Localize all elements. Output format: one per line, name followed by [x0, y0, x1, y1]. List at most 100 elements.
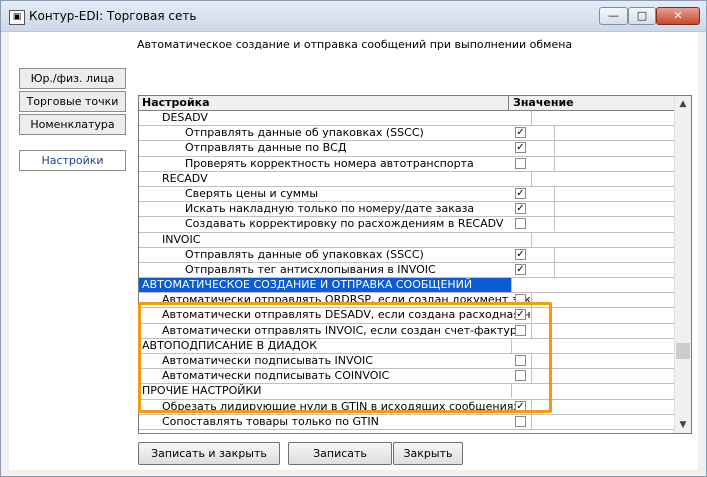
value-cell: ✓: [509, 202, 675, 216]
checkbox-unchecked[interactable]: [515, 355, 526, 366]
checkbox-checked[interactable]: ✓: [515, 203, 526, 215]
value-cell: [509, 278, 675, 292]
value-cell: ✓: [509, 187, 675, 201]
group-label: INVOIC: [139, 232, 532, 247]
value-cell: [509, 157, 675, 171]
setting-label: Отправлять тег антисхлопывания в INVOIC: [139, 262, 555, 277]
checkbox-checked[interactable]: ✓: [515, 127, 526, 139]
value-cell: ✓: [509, 141, 675, 155]
setting-label: Обрезать лидирующие нули в GTIN в исходя…: [139, 399, 532, 414]
checkbox-checked[interactable]: ✓: [515, 142, 526, 154]
setting-label: Создавать корректировку по расхождениям …: [139, 217, 555, 232]
setting-label: Искать накладную только по номеру/дате з…: [139, 202, 555, 217]
checkbox-checked[interactable]: ✓: [515, 309, 526, 321]
value-cell: [509, 172, 675, 186]
value-cell: [509, 111, 675, 125]
close-window-button[interactable]: ✕: [656, 7, 700, 25]
setting-label: Автоматически подписывать INVOIC: [139, 354, 532, 368]
grid-header: Настройка Значение: [139, 96, 691, 111]
settings-grid[interactable]: Настройка Значение DESADV Отправлять данн…: [138, 95, 692, 434]
window-title: Контур-EDI: Торговая сеть: [29, 9, 197, 23]
group-row[interactable]: АВТОМАТИЧЕСКОЕ СОЗДАНИЕ И ОТПРАВКА СООБЩ…: [139, 278, 675, 294]
value-cell: ✓: [509, 126, 675, 140]
setting-row[interactable]: Искать накладную только по номеру/дате з…: [139, 202, 675, 218]
setting-row[interactable]: Сопоставлять товары только по GTIN: [139, 414, 675, 430]
value-cell: [509, 384, 675, 398]
value-cell: ✓: [509, 308, 675, 322]
title-bar[interactable]: ▣ Контур-EDI: Торговая сеть — □ ✕: [1, 1, 706, 32]
checkbox-unchecked[interactable]: [515, 370, 526, 382]
client-area: Автоматическое создание и отправка сообщ…: [9, 32, 698, 470]
minimize-button[interactable]: —: [599, 7, 628, 25]
nav-legal-entities-button[interactable]: Юр./физ. лица: [19, 68, 126, 89]
setting-row[interactable]: Отправлять данные об упаковках (SSCC) ✓: [139, 126, 675, 142]
setting-row[interactable]: Сверять цены и суммы ✓: [139, 186, 675, 203]
setting-label: Проверять корректность номера автотрансп…: [139, 156, 555, 171]
nav-settings-button[interactable]: Настройки: [19, 150, 126, 171]
group-label: DESADV: [139, 111, 532, 125]
grid-rows: DESADV Отправлять данные об упаковках (SS…: [139, 111, 675, 430]
checkbox-checked[interactable]: ✓: [515, 400, 526, 412]
value-cell: ✓: [509, 263, 675, 277]
column-header-value[interactable]: Значение: [513, 96, 574, 110]
value-cell: [509, 324, 675, 338]
column-header-setting[interactable]: Настройка: [142, 96, 210, 110]
setting-label: Отправлять данные об упаковках (SSCC): [139, 247, 555, 262]
value-cell: [509, 354, 675, 368]
checkbox-unchecked[interactable]: [515, 218, 526, 230]
value-cell: ✓: [509, 248, 675, 262]
save-and-close-button[interactable]: Записать и закрыть: [138, 442, 280, 465]
value-cell: [509, 339, 675, 353]
setting-row[interactable]: Проверять корректность номера автотрансп…: [139, 156, 675, 172]
vertical-scrollbar[interactable]: ▲ ▼: [674, 96, 691, 433]
scroll-thumb[interactable]: [676, 343, 690, 359]
setting-row[interactable]: Автоматически отправлять INVOIC, если со…: [139, 323, 675, 339]
value-cell: [509, 369, 675, 383]
scroll-up-icon[interactable]: ▲: [675, 96, 691, 112]
setting-label: Автоматически отправлять INVOIC, если со…: [139, 323, 532, 338]
setting-row[interactable]: Автоматически подписывать INVOIC: [139, 354, 675, 370]
nav-stores-button[interactable]: Торговые точки: [19, 91, 126, 112]
setting-label: Отправлять данные об упаковках (SSCC): [139, 126, 555, 141]
setting-row[interactable]: Автоматически отправлять ORDRSP, если со…: [139, 293, 675, 309]
setting-row[interactable]: Отправлять тег антисхлопывания в INVOIC ✓: [139, 262, 675, 279]
checkbox-checked[interactable]: ✓: [515, 187, 526, 199]
group-label: АВТОПОДПИСАНИЕ В ДИАДОК: [139, 338, 512, 353]
setting-row[interactable]: Создавать корректировку по расхождениям …: [139, 217, 675, 233]
maximize-button[interactable]: □: [628, 7, 656, 25]
main-window: ▣ Контур-EDI: Торговая сеть — □ ✕ Автома…: [0, 0, 707, 477]
setting-row[interactable]: Автоматически подписывать COINVOIC: [139, 369, 675, 385]
value-cell: ✓: [509, 400, 675, 414]
value-cell: [509, 293, 675, 307]
value-cell: [509, 415, 675, 429]
setting-row[interactable]: Отправлять данные об упаковках (SSCC) ✓: [139, 247, 675, 263]
group-row[interactable]: DESADV: [139, 111, 675, 127]
checkbox-unchecked[interactable]: [515, 157, 526, 169]
value-cell: [509, 217, 675, 231]
group-row[interactable]: АВТОПОДПИСАНИЕ В ДИАДОК: [139, 338, 675, 354]
group-row[interactable]: INVOIC: [139, 232, 675, 248]
group-row[interactable]: RECADV: [139, 171, 675, 187]
setting-row[interactable]: Автоматически отправлять DESADV, если со…: [139, 308, 675, 324]
group-row[interactable]: ПРОЧИЕ НАСТРОЙКИ: [139, 384, 675, 400]
column-separator[interactable]: [508, 96, 509, 110]
setting-row[interactable]: Отправлять данные по ВСД ✓: [139, 141, 675, 157]
setting-label: Отправлять данные по ВСД: [139, 141, 555, 156]
scroll-down-icon[interactable]: ▼: [675, 417, 691, 433]
checkbox-unchecked[interactable]: [515, 324, 526, 336]
nav-nomenclature-button[interactable]: Номенклатура: [19, 114, 126, 135]
close-button[interactable]: Закрыть: [393, 442, 463, 465]
setting-label: Автоматически отправлять ORDRSP, если со…: [139, 293, 532, 308]
setting-label: Автоматически подписывать COINVOIC: [139, 369, 532, 384]
value-cell: [509, 233, 675, 247]
group-label: АВТОМАТИЧЕСКОЕ СОЗДАНИЕ И ОТПРАВКА СООБЩ…: [139, 278, 512, 293]
app-document-icon: ▣: [9, 10, 25, 25]
setting-label: Автоматически отправлять DESADV, если со…: [139, 308, 532, 323]
checkbox-unchecked[interactable]: [515, 415, 526, 427]
save-button[interactable]: Записать: [288, 442, 392, 465]
setting-row[interactable]: Обрезать лидирующие нули в GTIN в исходя…: [139, 399, 675, 415]
checkbox-unchecked[interactable]: [515, 294, 526, 306]
checkbox-checked[interactable]: ✓: [515, 263, 526, 275]
setting-label: Сверять цены и суммы: [139, 186, 555, 201]
checkbox-checked[interactable]: ✓: [515, 248, 526, 260]
